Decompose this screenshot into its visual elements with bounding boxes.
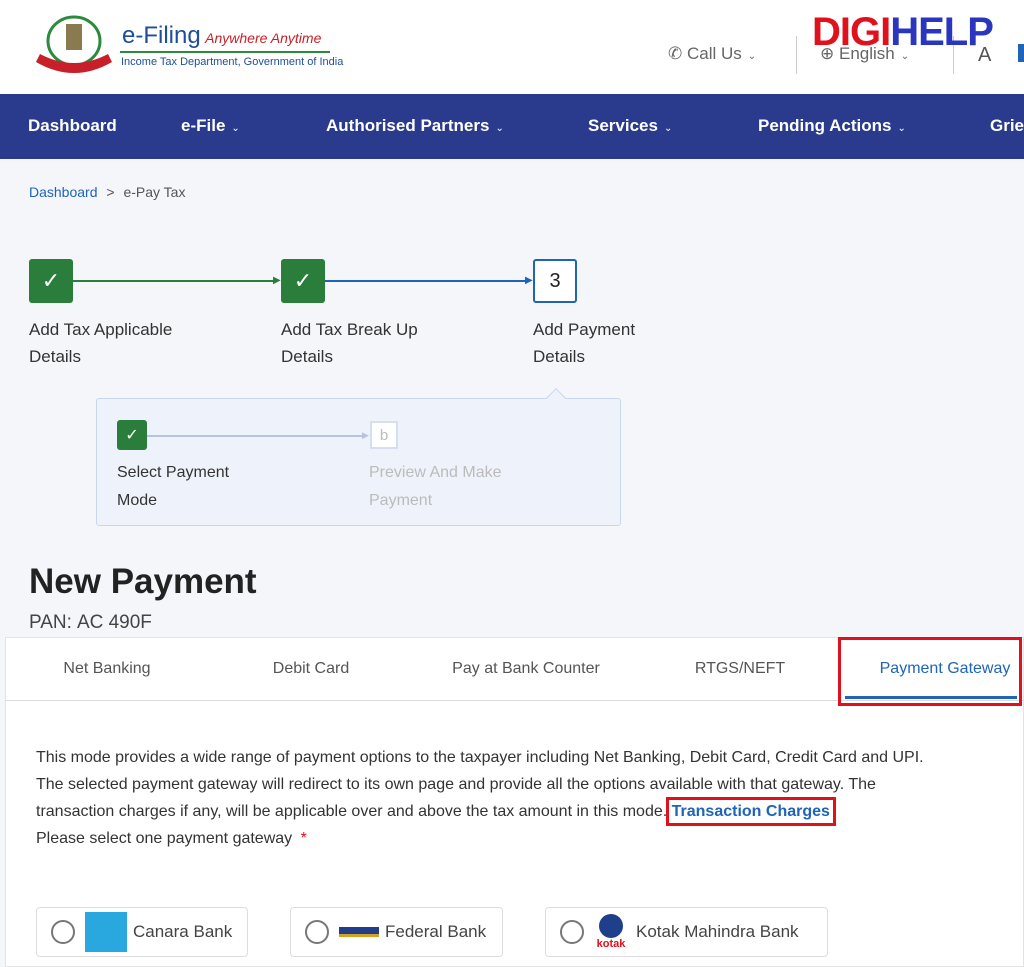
substep-a-label: Select Payment Mode bbox=[117, 464, 230, 509]
nav-efile[interactable]: e-File ⌄ bbox=[181, 116, 240, 136]
page-title: New Payment bbox=[29, 562, 257, 601]
arrow-icon: ▶ bbox=[525, 275, 533, 286]
tab-rtgs-neft[interactable]: RTGS/NEFT bbox=[695, 660, 785, 678]
brand-title[interactable]: e-Filing Anywhere Anytime bbox=[122, 22, 321, 50]
brand-tagline: Anywhere Anytime bbox=[205, 30, 322, 46]
bank-option-federal[interactable]: Federal Bank bbox=[290, 907, 503, 957]
nav-services[interactable]: Services ⌄ bbox=[588, 116, 672, 136]
substep-b-label: Preview And Make Payment bbox=[369, 464, 502, 509]
chevron-down-icon: ⌄ bbox=[663, 123, 673, 134]
chevron-down-icon: ⌄ bbox=[231, 123, 240, 134]
required-marker: * bbox=[300, 830, 307, 847]
kotak-logo: kotak bbox=[594, 914, 628, 950]
substep-panel: ✓ ▶ b Select Payment Mode Preview And Ma… bbox=[96, 388, 621, 526]
chevron-down-icon: ⌄ bbox=[897, 123, 906, 134]
substep-connector bbox=[147, 435, 365, 437]
pan-row: PAN: AC 490F bbox=[29, 612, 152, 634]
breadcrumb: Dashboard > e-Pay Tax bbox=[29, 184, 185, 200]
transaction-charges-link[interactable]: Transaction Charges bbox=[665, 797, 836, 826]
divider bbox=[796, 36, 797, 74]
description: This mode provides a wide range of payme… bbox=[36, 744, 936, 852]
step-connector bbox=[325, 280, 529, 282]
header: e-Filing Anywhere Anytime Income Tax Dep… bbox=[0, 0, 1024, 94]
step-connector bbox=[73, 280, 277, 282]
watermark: DIGIHELP bbox=[812, 10, 994, 55]
radio-button[interactable] bbox=[51, 920, 75, 944]
step-3-label: Add Payment Details bbox=[533, 320, 636, 366]
breadcrumb-separator: > bbox=[106, 184, 115, 200]
tab-net-banking[interactable]: Net Banking bbox=[63, 660, 150, 678]
accessibility-icon bbox=[1018, 44, 1024, 62]
tab-debit-card[interactable]: Debit Card bbox=[273, 660, 349, 678]
chevron-down-icon: ⌄ bbox=[747, 51, 757, 62]
watermark-help: HELP bbox=[890, 10, 994, 54]
step-2-label: Add Tax Break Up Details bbox=[281, 320, 418, 366]
emblem-logo bbox=[30, 14, 118, 76]
brand-name: e-Filing bbox=[122, 22, 201, 49]
breadcrumb-current: e-Pay Tax bbox=[123, 184, 186, 200]
bank-name: Kotak Mahindra Bank bbox=[636, 922, 799, 941]
arrow-icon: ▶ bbox=[273, 275, 281, 286]
bank-option-kotak[interactable]: kotak Kotak Mahindra Bank bbox=[545, 907, 828, 957]
nav-grievances[interactable]: Griev bbox=[990, 116, 1024, 136]
radio-button[interactable] bbox=[305, 920, 329, 944]
nav-dashboard[interactable]: Dashboard bbox=[28, 116, 117, 136]
phone-icon: ✆ bbox=[668, 44, 683, 63]
nav-authorised-partners[interactable]: Authorised Partners ⌄ bbox=[326, 116, 504, 136]
nav-pending-actions[interactable]: Pending Actions ⌄ bbox=[758, 116, 906, 136]
brand-divider bbox=[120, 51, 330, 53]
step-1-check-icon: ✓ bbox=[29, 259, 73, 303]
brand-subtitle: Income Tax Department, Government of Ind… bbox=[121, 56, 344, 68]
arrow-icon: ▶ bbox=[362, 430, 369, 440]
call-us-label: Call Us bbox=[686, 44, 742, 63]
pan-value: AC 490F bbox=[76, 612, 152, 633]
pan-label: PAN: bbox=[29, 612, 72, 633]
radio-button[interactable] bbox=[560, 920, 584, 944]
step-3-number: 3 bbox=[533, 259, 577, 303]
chevron-down-icon: ⌄ bbox=[495, 123, 504, 134]
federal-bank-logo bbox=[339, 927, 379, 937]
step-2-check-icon: ✓ bbox=[281, 259, 325, 303]
main-nav: Dashboard e-File ⌄ Authorised Partners ⌄ S… bbox=[0, 94, 1024, 159]
gateway-prompt: Please select one payment gateway bbox=[36, 830, 293, 847]
tab-pay-at-bank-counter[interactable]: Pay at Bank Counter bbox=[452, 660, 600, 678]
panel-notch bbox=[546, 388, 566, 408]
bank-name: Federal Bank bbox=[385, 922, 487, 941]
bank-name: Canara Bank bbox=[133, 922, 233, 941]
breadcrumb-dashboard[interactable]: Dashboard bbox=[29, 184, 98, 200]
substep-b-marker: b bbox=[370, 421, 398, 449]
watermark-digi: DIGI bbox=[812, 10, 891, 54]
bank-option-canara[interactable]: Canara Bank bbox=[36, 907, 248, 957]
substep-a-check-icon: ✓ bbox=[117, 420, 147, 450]
highlight-box bbox=[838, 637, 1022, 706]
canara-bank-logo bbox=[85, 912, 127, 952]
step-1-label: Add Tax Applicable Details bbox=[29, 320, 173, 366]
call-us-dropdown[interactable]: ✆ Call Us ⌄ bbox=[668, 44, 756, 64]
